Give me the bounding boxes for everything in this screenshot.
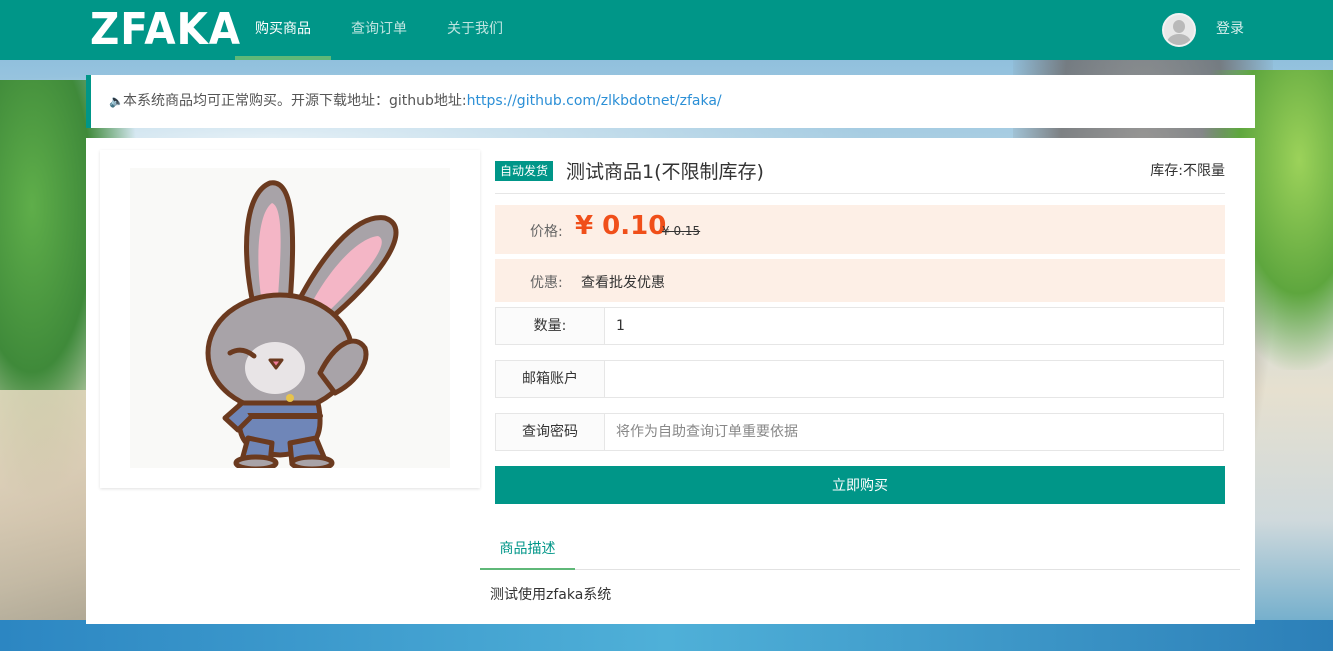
query-password-label: 查询密码 xyxy=(496,414,605,450)
site-logo[interactable]: ZFAKA xyxy=(90,4,241,56)
product-panel: 自动发货 测试商品1(不限制库存) 库存:不限量 价格: ¥ 0.10 ¥ 0.… xyxy=(86,138,1255,624)
nav-query-order[interactable]: 查询订单 xyxy=(331,0,427,60)
quantity-field: 数量: xyxy=(495,307,1224,345)
product-title: 测试商品1(不限制库存) xyxy=(566,161,764,183)
email-field: 邮箱账户 xyxy=(495,360,1224,398)
price-row: 价格: ¥ 0.10 ¥ 0.15 xyxy=(495,205,1225,254)
product-image xyxy=(130,168,450,472)
product-description: 测试使用zfaka系统 xyxy=(490,587,612,603)
email-input[interactable] xyxy=(606,361,1223,397)
stock-status: 库存:不限量 xyxy=(1150,163,1225,179)
auto-delivery-badge: 自动发货 xyxy=(495,161,554,181)
current-price: ¥ 0.10 xyxy=(575,211,667,241)
tab-description[interactable]: 商品描述 xyxy=(480,532,575,570)
quantity-label: 数量: xyxy=(496,308,605,344)
nav-buy-products[interactable]: 购买商品 xyxy=(235,0,331,60)
query-password-field: 查询密码 xyxy=(495,413,1224,451)
promo-label: 优惠: xyxy=(530,275,563,291)
top-navbar: ZFAKA 购买商品 查询订单 关于我们 登录 xyxy=(0,0,1333,60)
email-label: 邮箱账户 xyxy=(496,361,605,397)
user-avatar-icon[interactable] xyxy=(1162,13,1196,47)
product-image-card xyxy=(100,150,480,488)
github-link[interactable]: https://github.com/zlkbdotnet/zfaka/ xyxy=(467,93,722,109)
speaker-icon: 🔈 xyxy=(109,94,124,108)
login-link[interactable]: 登录 xyxy=(1216,0,1244,60)
price-label: 价格: xyxy=(530,224,563,240)
main-nav: 购买商品 查询订单 关于我们 xyxy=(235,0,523,60)
buy-now-button[interactable]: 立即购买 xyxy=(495,466,1225,504)
query-password-input[interactable] xyxy=(606,414,1223,450)
bunny-illustration xyxy=(205,180,399,472)
product-tabs: 商品描述 xyxy=(480,532,1240,570)
wholesale-discount-link[interactable]: 查看批发优惠 xyxy=(581,272,665,292)
notice-text: 本系统商品均可正常购买。开源下载地址：github地址: xyxy=(123,93,467,109)
promo-row: 优惠: 查看批发优惠 xyxy=(495,259,1225,302)
original-price: ¥ 0.15 xyxy=(662,224,701,238)
nav-about-us[interactable]: 关于我们 xyxy=(427,0,523,60)
notice-bar: 🔈本系统商品均可正常购买。开源下载地址：github地址:https://git… xyxy=(86,75,1255,128)
quantity-input[interactable] xyxy=(606,308,1223,344)
product-title-row: 自动发货 测试商品1(不限制库存) 库存:不限量 xyxy=(495,158,1225,194)
